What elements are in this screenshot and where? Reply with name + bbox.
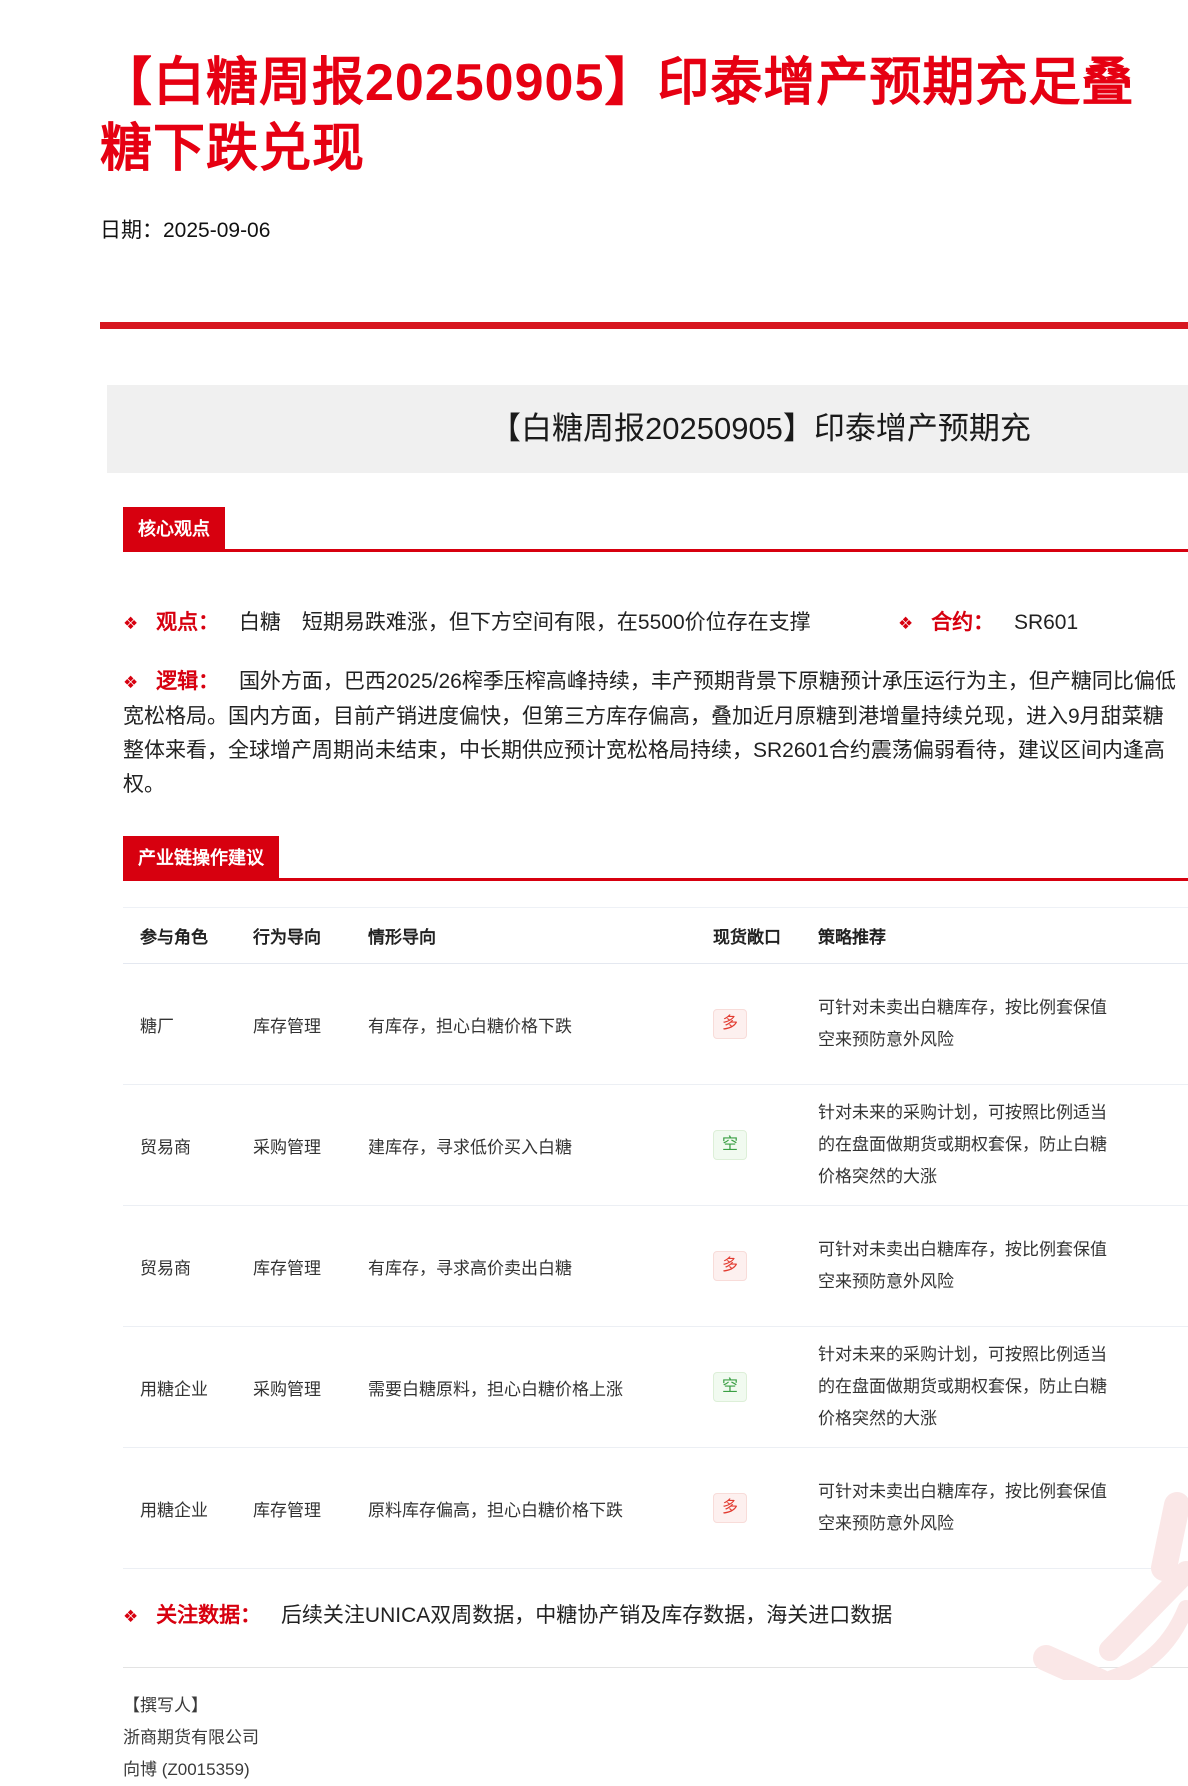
viewpoint-label: 观点： xyxy=(156,611,220,634)
report-date: 日期：2025-09-06 xyxy=(100,219,271,242)
cell-exposure: 多 xyxy=(696,1009,801,1039)
cell-scenario: 有库存，担心白糖价格下跌 xyxy=(368,1016,572,1036)
cell-strategy: 可针对未卖出白糖库存，按比例套保值 空来预防意外风险 xyxy=(801,1234,1188,1298)
exposure-tag-short: 空 xyxy=(713,1130,748,1160)
core-viewpoint-label-row: 核心观点 xyxy=(123,507,1188,552)
page-title-line2: 糖下跌兑现 xyxy=(100,120,366,178)
exposure-tag-long: 多 xyxy=(713,1009,748,1039)
strategy-line: 空来预防意外风险 xyxy=(818,1030,954,1049)
cell-scenario: 原料库存偏高，担心白糖价格下跌 xyxy=(368,1500,623,1520)
cell-behavior: 库存管理 xyxy=(253,1500,321,1520)
header-strategy: 策略推荐 xyxy=(818,928,886,947)
cell-role: 用糖企业 xyxy=(140,1500,208,1520)
table-row: 糖厂 库存管理 有库存，担心白糖价格下跌 多 可针对未卖出白糖库存，按比例套保值… xyxy=(123,964,1188,1085)
banner-title: 【白糖周报20250905】印泰增产预期充 xyxy=(490,411,1031,446)
cell-exposure: 空 xyxy=(696,1130,801,1160)
contract-row: ❖ 合约： SR601 xyxy=(898,606,1078,641)
logic-line-1: ❖ 逻辑： 国外方面，巴西2025/26榨季压榨高峰持续，丰产预期背景下原糖预计… xyxy=(123,665,1188,700)
cell-scenario: 需要白糖原料，担心白糖价格上涨 xyxy=(368,1379,623,1399)
cell-scenario: 建库存，寻求低价买入白糖 xyxy=(368,1137,572,1157)
strategy-line: 的在盘面做期货或期权套保，防止白糖 xyxy=(818,1135,1107,1154)
cell-scenario: 有库存，寻求高价卖出白糖 xyxy=(368,1258,572,1278)
cell-strategy: 可针对未卖出白糖库存，按比例套保值 空来预防意外风险 xyxy=(801,992,1188,1056)
strategy-line: 可针对未卖出白糖库存，按比例套保值 xyxy=(818,1240,1107,1259)
data-watch-row: ❖ 关注数据： 后续关注UNICA双周数据，中糖协产销及库存数据，海关进口数据 xyxy=(123,1599,1188,1629)
page-title: 【白糖周报20250905】印泰增产预期充足叠 糖下跌兑现 xyxy=(100,0,1188,182)
cell-behavior: 库存管理 xyxy=(253,1016,321,1036)
diamond-bullet-icon: ❖ xyxy=(898,614,914,633)
report-banner: 【白糖周报20250905】印泰增产预期充 xyxy=(107,385,1188,473)
exposure-tag-long: 多 xyxy=(713,1493,748,1523)
strategy-line: 空来预防意外风险 xyxy=(818,1272,954,1291)
suggestion-section: 产业链操作建议 参与角色 行为导向 情形导向 现货敞口 策略推荐 糖厂 库存管理… xyxy=(123,836,1188,1569)
diamond-bullet-icon: ❖ xyxy=(123,1607,139,1626)
footer-divider xyxy=(123,1667,1188,1668)
diamond-bullet-icon: ❖ xyxy=(123,673,139,692)
cell-exposure: 多 xyxy=(696,1251,801,1281)
header-scenario: 情形导向 xyxy=(368,928,436,947)
cell-role: 糖厂 xyxy=(140,1016,174,1036)
logic-line-2: 宽松格局。国内方面，目前产销进度偏快，但第三方库存偏高，叠加近月原糖到港增量持续… xyxy=(123,705,1164,728)
header-behavior: 行为导向 xyxy=(253,928,321,947)
viewpoint-text: 白糖 短期易跌难涨，但下方空间有限，在5500价位存在支撑 xyxy=(238,611,811,634)
cell-strategy: 针对未来的采购计划，可按照比例适当 的在盘面做期货或期权套保，防止白糖 价格突然… xyxy=(801,1097,1188,1193)
data-watch-label: 关注数据： xyxy=(156,1604,262,1627)
red-divider-rule xyxy=(100,322,1188,329)
core-viewpoint-section: 核心观点 ❖ 观点： 白糖 短期易跌难涨，但下方空间有限，在5500价位存在支撑… xyxy=(123,507,1188,802)
report-page: 【白糖周报20250905】印泰增产预期充足叠 糖下跌兑现 日期：2025-09… xyxy=(0,0,1188,1786)
cell-strategy: 可针对未卖出白糖库存，按比例套保值 空来预防意外风险 xyxy=(801,1476,1188,1540)
contract-label: 合约： xyxy=(931,611,995,634)
suggestion-label-row: 产业链操作建议 xyxy=(123,836,1188,881)
diamond-bullet-icon: ❖ xyxy=(123,614,139,633)
logic-text-1: 国外方面，巴西2025/26榨季压榨高峰持续，丰产预期背景下原糖预计承压运行为主… xyxy=(238,670,1176,693)
strategy-line: 可针对未卖出白糖库存，按比例套保值 xyxy=(818,998,1107,1017)
author-name: 向博 (Z0015359) xyxy=(123,1760,250,1779)
company-name: 浙商期货有限公司 xyxy=(123,1728,259,1747)
table-row: 用糖企业 库存管理 原料库存偏高，担心白糖价格下跌 多 可针对未卖出白糖库存，按… xyxy=(123,1448,1188,1569)
logic-paragraph: ❖ 逻辑： 国外方面，巴西2025/26榨季压榨高峰持续，丰产预期背景下原糖预计… xyxy=(123,665,1188,802)
exposure-tag-short: 空 xyxy=(713,1372,748,1402)
strategy-line: 价格突然的大涨 xyxy=(818,1167,937,1186)
viewpoint-row: ❖ 观点： 白糖 短期易跌难涨，但下方空间有限，在5500价位存在支撑 ❖ 合约… xyxy=(123,606,1188,641)
table-row: 用糖企业 采购管理 需要白糖原料，担心白糖价格上涨 空 针对未来的采购计划，可按… xyxy=(123,1327,1188,1448)
table-row: 贸易商 库存管理 有库存，寻求高价卖出白糖 多 可针对未卖出白糖库存，按比例套保… xyxy=(123,1206,1188,1327)
strategy-line: 价格突然的大涨 xyxy=(818,1409,937,1428)
header-exposure: 现货敞口 xyxy=(713,928,781,947)
cell-exposure: 空 xyxy=(696,1372,801,1402)
footer: 【撰写人】 浙商期货有限公司 向博 (Z0015359) xyxy=(123,1690,1188,1786)
logic-label: 逻辑： xyxy=(156,670,220,693)
cell-behavior: 采购管理 xyxy=(253,1379,321,1399)
strategy-line: 可针对未卖出白糖库存，按比例套保值 xyxy=(818,1482,1107,1501)
strategy-line: 针对未来的采购计划，可按照比例适当 xyxy=(818,1103,1107,1122)
suggestion-label: 产业链操作建议 xyxy=(123,836,279,878)
core-viewpoint-label: 核心观点 xyxy=(123,507,225,549)
logic-line-4: 权。 xyxy=(123,773,165,796)
strategy-line: 空来预防意外风险 xyxy=(818,1514,954,1533)
suggestion-table: 参与角色 行为导向 情形导向 现货敞口 策略推荐 糖厂 库存管理 有库存，担心白… xyxy=(123,907,1188,1569)
page-title-line1: 【白糖周报20250905】印泰增产预期充足叠 xyxy=(100,54,1135,112)
cell-behavior: 库存管理 xyxy=(253,1258,321,1278)
cell-behavior: 采购管理 xyxy=(253,1137,321,1157)
header-role: 参与角色 xyxy=(140,928,208,947)
table-header-row: 参与角色 行为导向 情形导向 现货敞口 策略推荐 xyxy=(123,907,1188,964)
table-row: 贸易商 采购管理 建库存，寻求低价买入白糖 空 针对未来的采购计划，可按照比例适… xyxy=(123,1085,1188,1206)
strategy-line: 针对未来的采购计划，可按照比例适当 xyxy=(818,1345,1107,1364)
cell-strategy: 针对未来的采购计划，可按照比例适当 的在盘面做期货或期权套保，防止白糖 价格突然… xyxy=(801,1339,1188,1435)
data-watch-text: 后续关注UNICA双周数据，中糖协产销及库存数据，海关进口数据 xyxy=(280,1604,893,1627)
strategy-line: 的在盘面做期货或期权套保，防止白糖 xyxy=(818,1377,1107,1396)
cell-role: 贸易商 xyxy=(140,1137,191,1157)
contract-value: SR601 xyxy=(1013,611,1079,634)
cell-role: 用糖企业 xyxy=(140,1379,208,1399)
cell-role: 贸易商 xyxy=(140,1258,191,1278)
logic-line-3: 整体来看，全球增产周期尚未结束，中长期供应预计宽松格局持续，SR2601合约震荡… xyxy=(123,739,1165,762)
cell-exposure: 多 xyxy=(696,1493,801,1523)
author-heading: 【撰写人】 xyxy=(123,1696,208,1715)
exposure-tag-long: 多 xyxy=(713,1251,748,1281)
